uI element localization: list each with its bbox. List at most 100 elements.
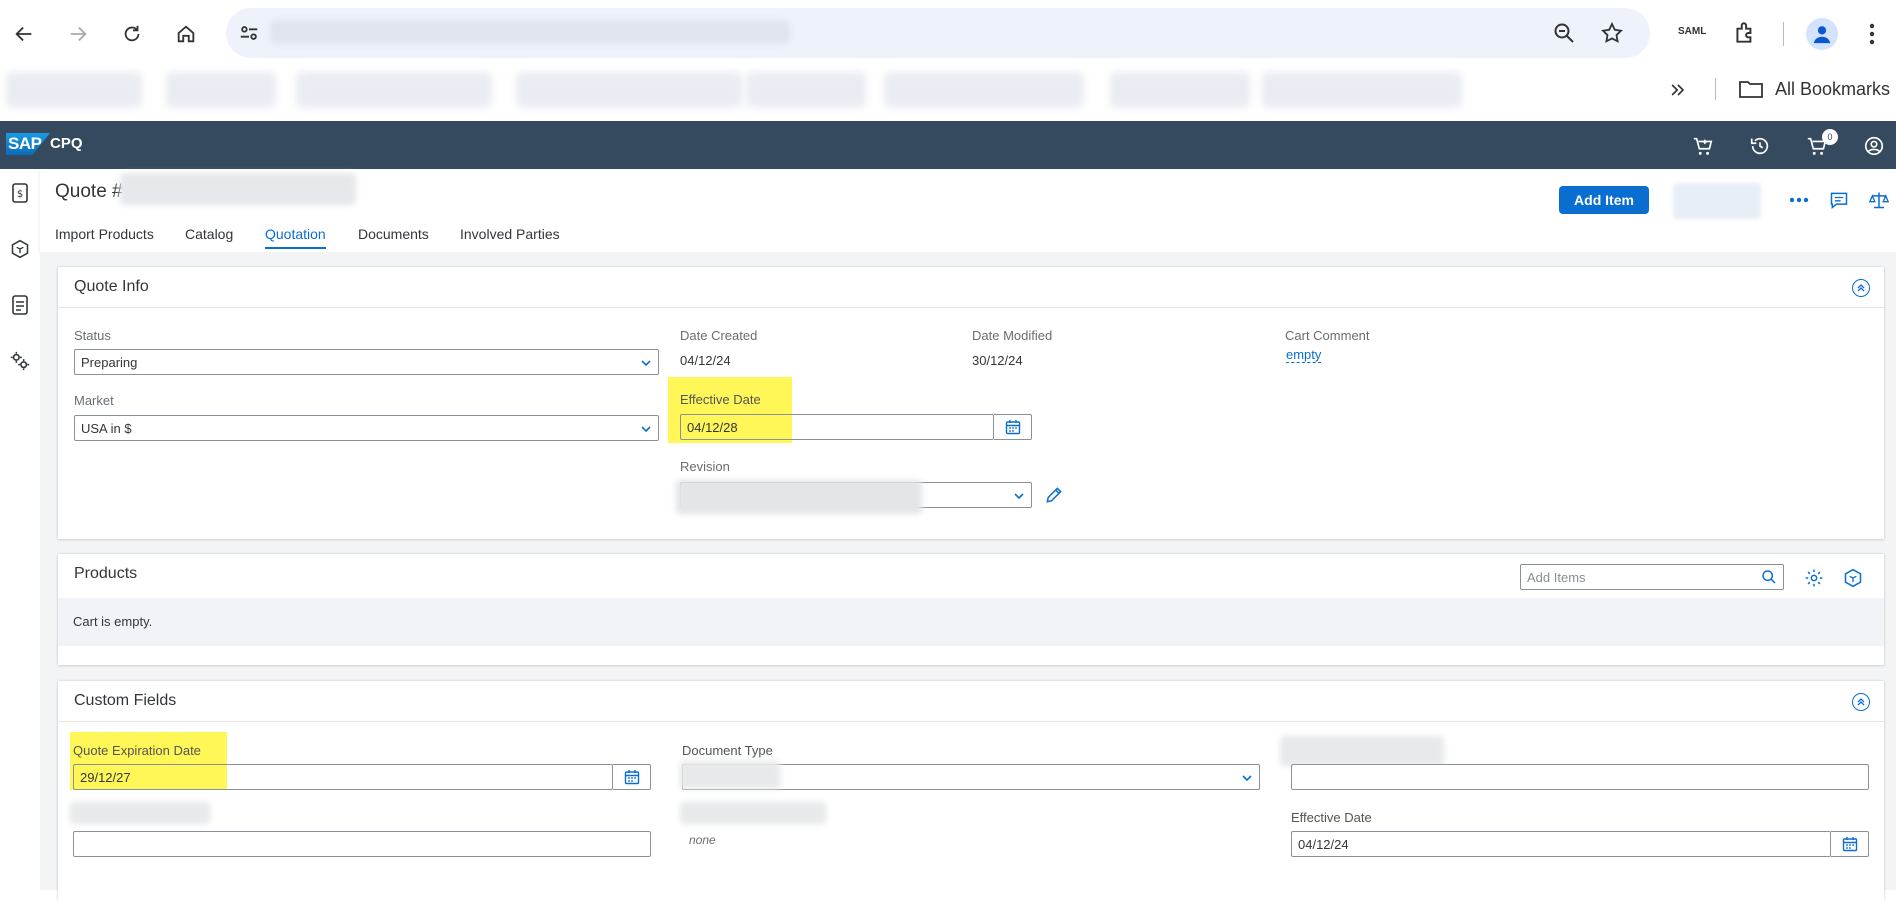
date-created-label: Date Created (680, 328, 758, 343)
calendar-button[interactable] (994, 414, 1032, 440)
more-bookmarks-icon[interactable] (1668, 80, 1688, 105)
bookmark-item-blurred[interactable] (6, 72, 142, 108)
divider (58, 307, 1884, 308)
custom-effective-date-input[interactable]: 04/12/24 (1291, 831, 1831, 857)
quote-number-blurred (120, 173, 356, 205)
object-page-header: Quote # Import Products Catalog Quotatio… (40, 169, 1896, 252)
saml-extension-icon[interactable]: SAML (1678, 26, 1706, 37)
extensions-icon[interactable] (1732, 20, 1758, 51)
browser-chrome: SAML All Bookmarks (0, 0, 1896, 121)
url-text-blurred (270, 20, 790, 44)
search-icon[interactable] (1761, 569, 1777, 585)
field-label-blurred (1280, 736, 1444, 766)
home-icon[interactable] (168, 16, 204, 52)
bookmarks-divider (1715, 78, 1716, 100)
page-title: Quote # (55, 181, 123, 202)
left-sidebar: $ (0, 169, 40, 890)
add-items-search-input[interactable]: Add Items (1520, 564, 1784, 590)
browser-menu-icon[interactable] (1868, 22, 1876, 51)
add-items-placeholder: Add Items (1527, 570, 1586, 585)
bookmark-item-blurred[interactable] (296, 72, 492, 108)
status-value: Preparing (81, 355, 138, 370)
tab-import-products[interactable]: Import Products (55, 226, 154, 242)
toolbar-divider (1783, 22, 1784, 46)
bookmark-item-blurred[interactable] (516, 72, 742, 108)
calendar-button[interactable] (1831, 831, 1869, 857)
chevron-down-icon (641, 426, 651, 433)
tab-catalog[interactable]: Catalog (185, 226, 233, 242)
field-label-blurred (70, 802, 210, 824)
bookmark-item-blurred[interactable] (746, 72, 866, 108)
market-label: Market (74, 393, 114, 408)
site-settings-icon[interactable] (238, 22, 260, 49)
blurred-button[interactable] (1673, 183, 1761, 219)
chevron-down-icon (1242, 775, 1252, 782)
revision-label: Revision (680, 459, 730, 474)
checklist-icon[interactable] (6, 291, 34, 319)
custom-field-input[interactable] (73, 831, 651, 857)
empty-cart-row: Cart is empty. (58, 598, 1884, 646)
reload-icon[interactable] (114, 16, 150, 52)
products-settings-icon[interactable] (1804, 568, 1824, 593)
calendar-icon (1842, 837, 1857, 852)
folder-icon (1738, 77, 1764, 106)
bookmark-item-blurred[interactable] (1110, 72, 1250, 108)
expiration-date-input[interactable]: 29/12/27 (73, 764, 613, 790)
sap-shell-bar: SAP CPQ 0 (0, 121, 1896, 169)
bookmark-item-blurred[interactable] (884, 72, 1084, 108)
effective-date-input[interactable]: 04/12/28 (680, 414, 994, 440)
tab-documents[interactable]: Documents (358, 226, 429, 242)
all-bookmarks-link[interactable]: All Bookmarks (1775, 79, 1890, 100)
collapse-icon[interactable] (1852, 279, 1870, 297)
more-options-icon[interactable] (1786, 187, 1812, 213)
settings-gears-icon[interactable] (6, 347, 34, 375)
bookmark-item-blurred[interactable] (166, 72, 276, 108)
field-label-blurred (680, 802, 826, 824)
edit-pencil-icon[interactable] (1044, 485, 1064, 510)
products-card: Products Add Items Cart is empty. (58, 554, 1884, 665)
profile-avatar[interactable] (1806, 18, 1838, 50)
document-type-value-blurred (680, 761, 780, 789)
cart-icon[interactable]: 0 (1804, 129, 1838, 159)
shop-cart-icon[interactable] (1690, 133, 1716, 159)
product-cube-icon[interactable] (1843, 568, 1863, 593)
cart-comment-link[interactable]: empty (1286, 348, 1322, 363)
add-item-button[interactable]: Add Item (1559, 186, 1649, 214)
calendar-button[interactable] (613, 764, 651, 790)
expiration-date-label: Quote Expiration Date (73, 743, 201, 758)
zoom-out-icon[interactable] (1552, 21, 1576, 50)
date-created-value: 04/12/24 (680, 353, 731, 368)
bookmark-star-icon[interactable] (1600, 21, 1624, 50)
app-name: CPQ (50, 135, 83, 152)
chevron-down-icon (641, 360, 651, 367)
history-icon[interactable] (1747, 133, 1773, 159)
none-value: none (689, 833, 716, 847)
custom-field-input[interactable] (1291, 764, 1869, 790)
revision-value-blurred (676, 480, 922, 514)
back-icon[interactable] (6, 16, 42, 52)
cart-comment-label: Cart Comment (1285, 328, 1370, 343)
forward-icon[interactable] (60, 16, 96, 52)
sap-logo[interactable]: SAP (6, 133, 50, 155)
comment-icon[interactable] (1826, 187, 1852, 213)
bookmark-item-blurred[interactable] (1262, 72, 1462, 108)
tab-involved-parties[interactable]: Involved Parties (460, 226, 560, 242)
tab-quotation[interactable]: Quotation (265, 226, 326, 249)
products-title: Products (74, 565, 138, 582)
status-select[interactable]: Preparing (74, 349, 659, 375)
product-cube-icon[interactable] (6, 235, 34, 263)
address-bar[interactable] (226, 8, 1650, 58)
user-account-icon[interactable] (1861, 133, 1887, 159)
date-modified-value: 30/12/24 (972, 353, 1023, 368)
effective-date-label: Effective Date (680, 392, 761, 407)
quote-document-icon[interactable]: $ (6, 179, 34, 207)
cart-count-badge: 0 (1822, 129, 1838, 145)
collapse-icon[interactable] (1852, 693, 1870, 711)
calendar-icon (1005, 420, 1020, 435)
status-label: Status (74, 328, 111, 343)
calendar-icon (624, 770, 639, 785)
market-select[interactable]: USA in $ (74, 415, 659, 441)
custom-fields-card: Custom Fields Quote Expiration Date 29/1… (58, 681, 1884, 901)
compare-scale-icon[interactable] (1866, 187, 1892, 213)
svg-text:$: $ (17, 189, 23, 200)
